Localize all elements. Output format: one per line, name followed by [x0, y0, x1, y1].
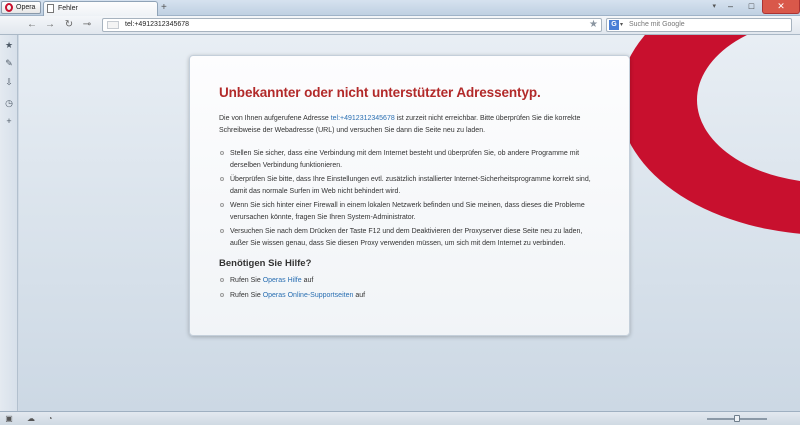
- bullet-icon: [220, 151, 224, 155]
- history-icon[interactable]: ◷: [3, 97, 15, 109]
- tab-menu-icon[interactable]: ▾: [712, 2, 716, 10]
- close-button[interactable]: ✕: [762, 0, 800, 14]
- list-item-text: Überprüfen Sie bitte, dass Ihre Einstell…: [230, 176, 591, 195]
- help-item: Rufen Sie Operas Hilfe auf: [219, 275, 600, 287]
- tab-fehler[interactable]: Fehler: [43, 1, 158, 16]
- list-item: Versuchen Sie nach dem Drücken der Taste…: [219, 226, 600, 249]
- opera-support-link[interactable]: Operas Online-Supportseiten: [263, 292, 354, 299]
- title-bar: Opera Fehler + ▾ – □ ✕: [0, 0, 800, 16]
- status-bar: ▣ ☁ ◔: [0, 411, 800, 425]
- bullet-icon: [220, 229, 224, 233]
- list-item: Überprüfen Sie bitte, dass Ihre Einstell…: [219, 174, 600, 197]
- intro-prefix: Die von Ihnen aufgerufene Adresse: [219, 115, 329, 122]
- address-value[interactable]: tel:+4912312345678: [125, 21, 189, 28]
- unite-cloud-icon[interactable]: ☁: [26, 414, 36, 424]
- add-panel-icon[interactable]: +: [3, 115, 15, 127]
- list-item: Wenn Sie sich hinter einer Firewall in e…: [219, 200, 600, 223]
- opera-help-link[interactable]: Operas Hilfe: [263, 277, 302, 284]
- key-icon[interactable]: ⊸: [80, 18, 94, 32]
- help-item-prefix: Rufen Sie: [230, 277, 261, 284]
- bookmark-star-icon[interactable]: ★: [589, 19, 598, 31]
- error-intro: Die von Ihnen aufgerufene Adresse tel:+4…: [219, 113, 600, 136]
- list-item: Stellen Sie sicher, dass eine Verbindung…: [219, 148, 600, 171]
- window-controls: – □ ✕: [720, 0, 800, 15]
- address-link[interactable]: tel:+4912312345678: [331, 115, 395, 122]
- search-placeholder: Suche mit Google: [629, 21, 685, 28]
- page-content: Unbekannter oder nicht unterstützter Adr…: [19, 35, 800, 411]
- bullet-icon: [220, 177, 224, 181]
- list-item-text: Wenn Sie sich hinter einer Firewall in e…: [230, 202, 585, 221]
- panel-toggle-icon[interactable]: ▣: [4, 414, 14, 424]
- new-tab-button[interactable]: +: [161, 2, 167, 13]
- downloads-icon[interactable]: ⇩: [3, 76, 15, 88]
- help-item: Rufen Sie Operas Online-Supportseiten au…: [219, 290, 600, 302]
- turbo-icon[interactable]: ◔: [45, 414, 55, 424]
- help-item-suffix: auf: [303, 277, 314, 284]
- suggestion-list: Stellen Sie sicher, dass eine Verbindung…: [219, 148, 600, 249]
- search-field[interactable]: G ▾ Suche mit Google: [606, 18, 792, 32]
- bullet-icon: [220, 292, 224, 297]
- page-icon: [47, 4, 54, 13]
- search-engine-dropdown-icon[interactable]: ▾: [620, 19, 623, 31]
- tab-title: Fehler: [58, 5, 78, 12]
- address-site-icon: [107, 21, 119, 29]
- help-item-suffix: auf: [355, 291, 366, 299]
- list-item-text: Stellen Sie sicher, dass eine Verbindung…: [230, 150, 580, 169]
- google-icon[interactable]: G: [609, 20, 619, 30]
- error-title: Unbekannter oder nicht unterstützter Adr…: [219, 85, 541, 100]
- help-heading: Benötigen Sie Hilfe?: [219, 258, 312, 269]
- navigation-bar: ← → ↻ ⊸ tel:+4912312345678 ★ G ▾ Suche m…: [0, 16, 800, 35]
- zoom-slider-handle[interactable]: [734, 415, 740, 422]
- minimize-button[interactable]: –: [720, 0, 741, 14]
- help-item-prefix: Rufen Sie: [230, 291, 261, 299]
- reload-button[interactable]: ↻: [62, 18, 76, 32]
- zoom-slider[interactable]: [707, 415, 767, 422]
- help-list: Rufen Sie Operas Hilfe auf Rufen Sie Ope…: [219, 275, 600, 301]
- back-button[interactable]: ←: [25, 18, 39, 32]
- opera-logo-background-icon: [619, 35, 800, 235]
- list-item-text: Versuchen Sie nach dem Drücken der Taste…: [230, 228, 583, 247]
- opera-menu-button[interactable]: Opera: [1, 1, 41, 14]
- forward-button[interactable]: →: [43, 18, 57, 32]
- bookmarks-icon[interactable]: ★: [3, 39, 15, 51]
- error-card: Unbekannter oder nicht unterstützter Adr…: [189, 55, 630, 336]
- opera-logo-icon: [5, 3, 13, 12]
- bullet-icon: [220, 278, 224, 282]
- address-field[interactable]: tel:+4912312345678 ★: [102, 18, 602, 32]
- opera-menu-label: Opera: [16, 4, 36, 11]
- notes-icon[interactable]: ✎: [3, 57, 15, 69]
- bullet-icon: [220, 203, 224, 207]
- sidebar: ★ ✎ ⇩ ◷ +: [0, 35, 18, 411]
- maximize-button[interactable]: □: [741, 0, 762, 14]
